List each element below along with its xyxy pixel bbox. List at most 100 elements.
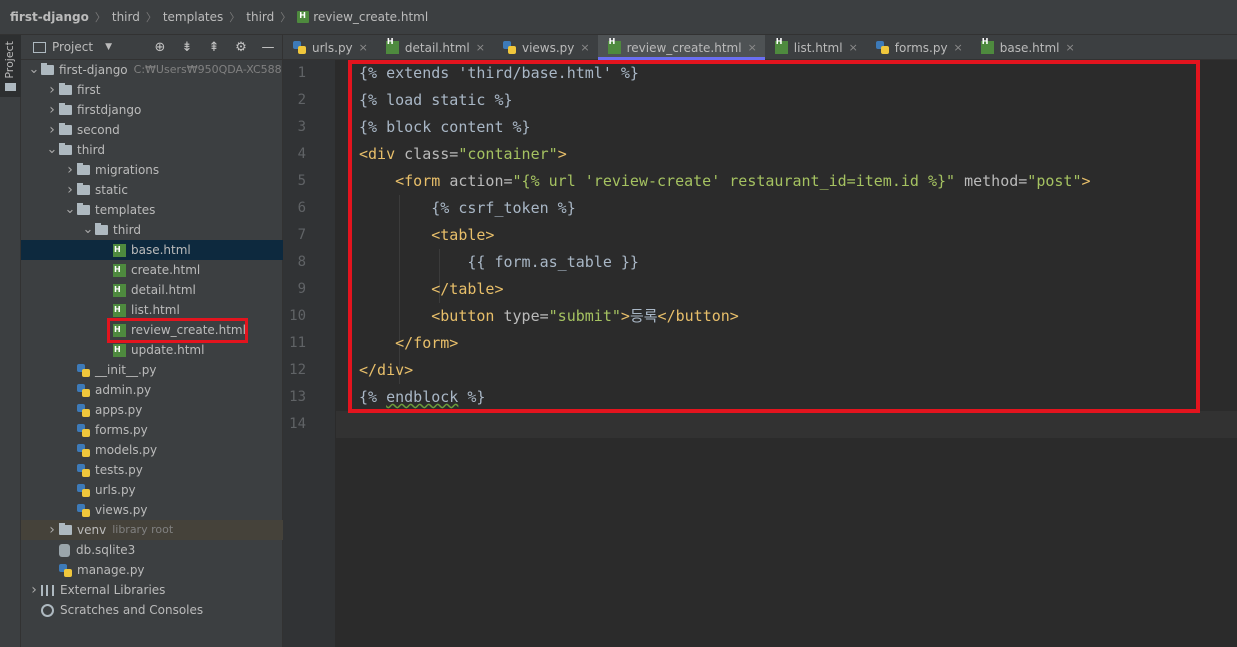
- chevron-right-icon[interactable]: ›: [63, 160, 77, 180]
- chevron-right-icon[interactable]: ›: [45, 120, 59, 140]
- tree-item-models-py[interactable]: models.py: [21, 440, 283, 460]
- tree-item-manage-py[interactable]: manage.py: [21, 560, 283, 580]
- code-content[interactable]: {% extends 'third/base.html' %} {% load s…: [359, 60, 1091, 438]
- html-file-icon: [113, 340, 126, 360]
- html-file-icon: [385, 37, 399, 54]
- code-token: 등록: [629, 307, 658, 325]
- folder-icon: [5, 83, 16, 91]
- close-icon[interactable]: ×: [748, 41, 757, 54]
- code-line: {% csrf_token %}: [359, 195, 1091, 222]
- chevron-down-icon[interactable]: ⌄: [81, 220, 95, 240]
- chevron-right-icon[interactable]: ›: [63, 180, 77, 200]
- breadcrumb-item[interactable]: third: [246, 10, 274, 24]
- tree-item--init-py[interactable]: __init__.py: [21, 360, 283, 380]
- expand-icon[interactable]: ⇟: [179, 39, 195, 55]
- tree-item-views-py[interactable]: views.py: [21, 500, 283, 520]
- line-number: 6: [297, 200, 306, 216]
- html-file-icon: [113, 300, 126, 320]
- html-file-icon: [113, 280, 126, 300]
- tree-item-urls-py[interactable]: urls.py: [21, 480, 283, 500]
- tree-item-list-html[interactable]: list.html: [21, 300, 283, 320]
- gear-icon[interactable]: ⚙: [233, 39, 249, 55]
- breadcrumb-item[interactable]: review_create.html: [297, 10, 428, 24]
- tab-urls-py[interactable]: urls.py ×: [283, 35, 376, 60]
- tree-item-firstdjango[interactable]: › firstdjango: [21, 100, 283, 120]
- tab-detail-html[interactable]: detail.html ×: [376, 35, 493, 60]
- code-token: %}: [458, 388, 486, 406]
- tree-item-tests-py[interactable]: tests.py: [21, 460, 283, 480]
- tree-item-label: db.sqlite3: [76, 543, 136, 557]
- close-icon[interactable]: ×: [849, 41, 858, 54]
- tree-item-label: first: [77, 83, 101, 97]
- tree-item-update-html[interactable]: update.html: [21, 340, 283, 360]
- close-icon[interactable]: ×: [359, 41, 368, 54]
- tree-item-label: third: [77, 143, 105, 157]
- chevron-right-icon[interactable]: ›: [27, 580, 41, 600]
- tree-item-detail-html[interactable]: detail.html: [21, 280, 283, 300]
- tree-item-venv[interactable]: › venv library root: [21, 520, 283, 540]
- tree-item-forms-py[interactable]: forms.py: [21, 420, 283, 440]
- tab-label: base.html: [999, 40, 1060, 55]
- html-file-icon: [774, 37, 788, 54]
- code-token: {%: [359, 388, 387, 406]
- folder-icon: [95, 223, 108, 235]
- breadcrumb-item[interactable]: templates: [163, 10, 223, 24]
- project-tool-tab[interactable]: Project: [0, 35, 21, 97]
- folder-icon: [77, 203, 90, 215]
- tree-item-scratches-and-consoles[interactable]: Scratches and Consoles: [21, 600, 283, 620]
- minimize-icon[interactable]: —: [260, 39, 276, 55]
- python-file-icon: [77, 423, 90, 437]
- html-file-icon: [980, 37, 994, 54]
- tree-item-admin-py[interactable]: admin.py: [21, 380, 283, 400]
- tree-item-third[interactable]: ⌄ third: [21, 140, 283, 160]
- tree-item-create-html[interactable]: create.html: [21, 260, 283, 280]
- chevron-right-icon[interactable]: ›: [45, 100, 59, 120]
- chevron-right-icon[interactable]: ›: [45, 520, 59, 540]
- chevron-down-icon[interactable]: ⌄: [63, 200, 77, 220]
- tab-list-html[interactable]: list.html ×: [765, 35, 866, 60]
- breadcrumb-separator-icon: 〉: [94, 11, 106, 24]
- editor-tab-bar: urls.py×detail.html×views.py×review_crea…: [283, 35, 1237, 60]
- tree-item-templates[interactable]: ⌄ templates: [21, 200, 283, 220]
- close-icon[interactable]: ×: [954, 41, 963, 54]
- tab-label: urls.py: [312, 40, 353, 55]
- tab-review-create-html[interactable]: review_create.html ×: [597, 35, 765, 60]
- project-panel-title[interactable]: Project: [52, 40, 93, 54]
- python-file-icon: [293, 41, 306, 54]
- line-number-gutter: 1 2 3 4 5 6 7 8 9 10 11 12 13 14: [283, 60, 353, 647]
- tree-item-db-sqlite3[interactable]: db.sqlite3: [21, 540, 283, 560]
- close-icon[interactable]: ×: [580, 41, 589, 54]
- tree-item-review-create-html[interactable]: review_create.html: [21, 320, 283, 340]
- tree-item-static[interactable]: › static: [21, 180, 283, 200]
- code-editor[interactable]: {% extends 'third/base.html' %} {% load s…: [335, 60, 1237, 647]
- chevron-down-icon[interactable]: ⌄: [27, 60, 41, 80]
- folder-icon: [77, 163, 90, 175]
- line-number: 7: [297, 227, 306, 243]
- close-icon[interactable]: ×: [476, 41, 485, 54]
- close-icon[interactable]: ×: [1066, 41, 1075, 54]
- tab-views-py[interactable]: views.py ×: [493, 35, 598, 60]
- code-line: <div class="container">: [359, 141, 1091, 168]
- collapse-icon[interactable]: ⇞: [206, 39, 222, 55]
- tab-base-html[interactable]: base.html ×: [971, 35, 1083, 60]
- chevron-right-icon[interactable]: ›: [45, 80, 59, 100]
- tree-item-first-django[interactable]: ⌄ first-django C:₩Users₩950QDA-XC588: [21, 60, 283, 80]
- tree-item-external-libraries[interactable]: › External Libraries: [21, 580, 283, 600]
- tree-item-apps-py[interactable]: apps.py: [21, 400, 283, 420]
- tree-item-third[interactable]: ⌄ third: [21, 220, 283, 240]
- tree-item-migrations[interactable]: › migrations: [21, 160, 283, 180]
- tree-item-label: create.html: [131, 263, 201, 277]
- chevron-down-icon[interactable]: ⌄: [45, 140, 59, 160]
- tree-item-second[interactable]: › second: [21, 120, 283, 140]
- tree-item-first[interactable]: › first: [21, 80, 283, 100]
- html-file-icon: [297, 11, 310, 23]
- breadcrumb-item[interactable]: first-django: [10, 10, 89, 24]
- line-number: 12: [289, 362, 306, 378]
- tab-forms-py[interactable]: forms.py ×: [866, 35, 971, 60]
- tree-item-label: update.html: [131, 343, 205, 357]
- chevron-down-icon[interactable]: ▼: [105, 42, 112, 52]
- breadcrumb-item[interactable]: third: [112, 10, 140, 24]
- breadcrumb-label: third: [111, 10, 140, 24]
- target-icon[interactable]: ⊕: [152, 39, 168, 55]
- tree-item-base-html[interactable]: base.html: [21, 240, 283, 260]
